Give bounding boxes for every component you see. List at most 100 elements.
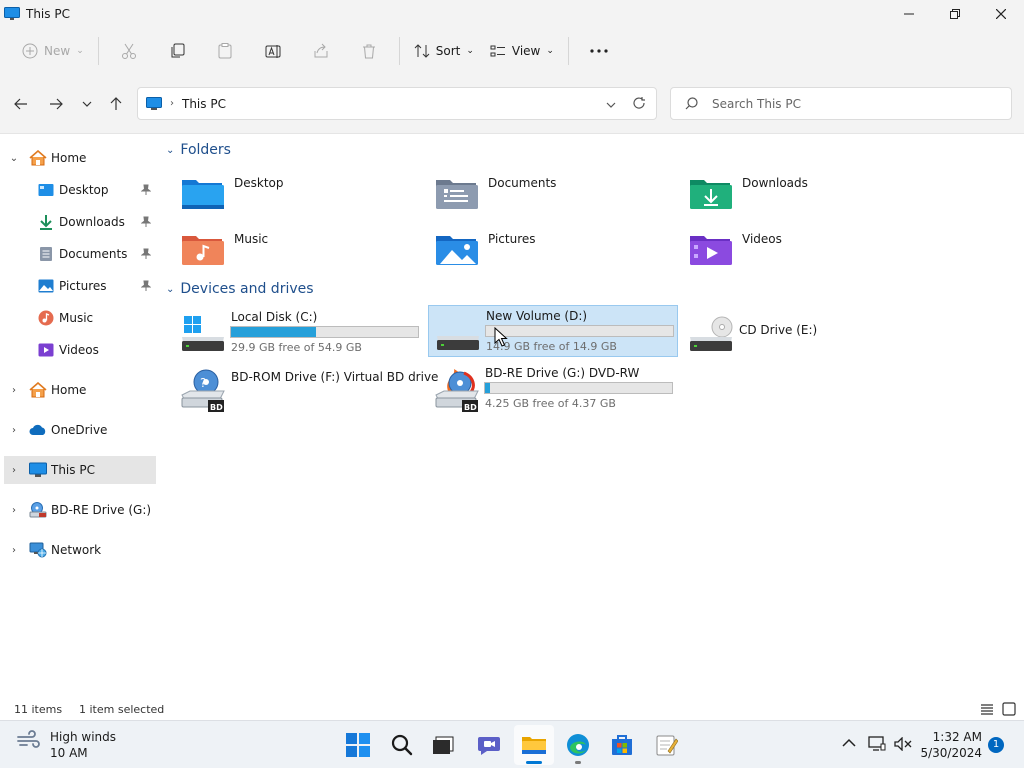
- edge-browser-button[interactable]: [558, 725, 598, 765]
- sidebar-item-videos[interactable]: Videos: [0, 336, 156, 364]
- drive-tile-bd-rom-f[interactable]: ? BD BD-ROM Drive (F:) Virtual BD drive: [174, 363, 438, 415]
- clock-date: 5/30/2024: [920, 746, 982, 760]
- pin-icon[interactable]: [141, 248, 151, 260]
- running-app-indicator: [575, 761, 581, 764]
- videos-folder-icon: [690, 236, 732, 265]
- drive-usage-fill: [231, 327, 317, 337]
- cut-button[interactable]: [105, 35, 153, 67]
- details-view-icon[interactable]: [980, 702, 994, 716]
- search-taskbar-button[interactable]: [382, 725, 422, 765]
- drive-tile-local-disk-c[interactable]: Local Disk (C:) 29.9 GB free of 54.9 GB: [174, 307, 424, 359]
- close-button[interactable]: [978, 0, 1024, 28]
- chevron-down-icon: [82, 101, 92, 107]
- tiles-view-icon[interactable]: [1002, 702, 1016, 716]
- notepad-icon: [656, 735, 678, 756]
- wind-icon: [17, 730, 40, 748]
- view-button[interactable]: View ⌄: [482, 35, 562, 67]
- file-explorer-taskbar-button[interactable]: [514, 725, 554, 765]
- document-icon: [37, 245, 55, 263]
- documents-folder-icon: [436, 180, 478, 209]
- active-app-indicator: [526, 761, 542, 764]
- share-button[interactable]: [297, 35, 345, 67]
- task-view-button[interactable]: [424, 725, 464, 765]
- chevron-up-icon[interactable]: [842, 738, 856, 748]
- system-clock[interactable]: 1:32 AM 5/30/2024: [916, 729, 982, 761]
- sidebar-item-music[interactable]: Music: [0, 304, 156, 332]
- folders-section-header[interactable]: ⌄ Folders: [166, 142, 231, 158]
- drive-tile-new-volume-d[interactable]: New Volume (D:) 14.9 GB free of 14.9 GB: [428, 305, 678, 357]
- chevron-right-icon[interactable]: ›: [8, 385, 20, 396]
- start-button[interactable]: [338, 725, 378, 765]
- display-network-icon[interactable]: [868, 736, 886, 752]
- chevron-right-icon[interactable]: ›: [8, 465, 20, 476]
- sort-button[interactable]: Sort ⌄: [406, 35, 482, 67]
- devices-section-header[interactable]: ⌄ Devices and drives: [166, 281, 314, 297]
- address-dropdown-button[interactable]: [606, 97, 616, 111]
- plus-circle-icon: [22, 43, 38, 59]
- chevron-right-icon[interactable]: ›: [8, 545, 20, 556]
- sidebar-item-this-pc[interactable]: › This PC: [4, 456, 156, 484]
- hard-drive-icon: [437, 336, 479, 350]
- chevron-down-icon[interactable]: ⌄: [8, 153, 20, 164]
- chat-button[interactable]: [469, 725, 509, 765]
- recent-locations-button[interactable]: [75, 94, 99, 114]
- chevron-down-icon: ⌄: [76, 46, 84, 56]
- minimize-button[interactable]: [886, 0, 932, 28]
- sidebar-item-home-2[interactable]: › Home: [0, 376, 156, 404]
- rename-button[interactable]: [249, 35, 297, 67]
- sidebar-item-bd-re-drive[interactable]: › BD-RE Drive (G:) DVD-RW: [0, 496, 156, 524]
- sort-label: Sort: [435, 44, 461, 58]
- microsoft-store-button[interactable]: [602, 725, 642, 765]
- folder-tile-videos[interactable]: Videos: [688, 224, 938, 276]
- folder-tile-music[interactable]: Music: [180, 224, 430, 276]
- pictures-folder-icon: [436, 236, 478, 265]
- address-bar[interactable]: › This PC: [137, 87, 657, 120]
- breadcrumb-this-pc[interactable]: This PC: [182, 97, 226, 111]
- share-icon: [314, 43, 328, 58]
- sidebar-item-network[interactable]: › Network: [0, 536, 156, 564]
- restore-button[interactable]: [932, 0, 978, 28]
- notepad-button[interactable]: [646, 725, 686, 765]
- sidebar-item-documents[interactable]: Documents: [0, 240, 156, 268]
- pin-icon[interactable]: [141, 216, 151, 228]
- weather-widget[interactable]: High winds 10 AM: [16, 729, 116, 761]
- chevron-down-icon: ⌄: [546, 46, 554, 56]
- back-button[interactable]: [9, 94, 33, 114]
- folder-tile-documents[interactable]: Documents: [434, 168, 684, 220]
- drive-tile-bd-re-g[interactable]: BD BD-RE Drive (G:) DVD-RW 4.25 GB free …: [428, 363, 678, 415]
- view-label: View: [511, 44, 541, 58]
- folder-tile-downloads[interactable]: Downloads: [688, 168, 938, 220]
- pin-icon[interactable]: [141, 280, 151, 292]
- search-box[interactable]: [670, 87, 1012, 120]
- forward-button[interactable]: [44, 94, 68, 114]
- delete-button[interactable]: [345, 35, 393, 67]
- chevron-right-icon[interactable]: ›: [8, 505, 20, 516]
- sidebar-item-label: Desktop: [59, 183, 109, 197]
- sidebar-item-desktop[interactable]: Desktop: [0, 176, 156, 204]
- sidebar-item-label: Home: [51, 383, 87, 397]
- paste-button[interactable]: [201, 35, 249, 67]
- copy-button[interactable]: [153, 35, 201, 67]
- volume-muted-icon[interactable]: [894, 737, 912, 751]
- pin-icon[interactable]: [141, 184, 151, 196]
- refresh-button[interactable]: [632, 96, 646, 113]
- chevron-right-icon[interactable]: ›: [8, 425, 20, 436]
- up-button[interactable]: [104, 94, 128, 114]
- optical-drive-icon: [29, 501, 47, 519]
- folder-tile-pictures[interactable]: Pictures: [434, 224, 684, 276]
- drive-name: Local Disk (C:): [231, 310, 318, 324]
- notification-badge[interactable]: 1: [988, 737, 1004, 753]
- folder-tile-desktop[interactable]: Desktop: [180, 168, 430, 220]
- drive-tile-cd-drive-e[interactable]: CD Drive (E:): [682, 307, 932, 359]
- navigation-pane: ⌄ Home Desktop Downloads Documents Pictu…: [0, 134, 160, 700]
- drive-name: BD-ROM Drive (F:) Virtual BD drive: [231, 370, 439, 384]
- sidebar-item-label: Network: [51, 543, 102, 557]
- sidebar-item-pictures[interactable]: Pictures: [0, 272, 156, 300]
- search-input[interactable]: [712, 96, 992, 111]
- sidebar-item-downloads[interactable]: Downloads: [0, 208, 156, 236]
- this-pc-icon: [4, 7, 20, 20]
- more-options-button[interactable]: [575, 35, 623, 67]
- new-button[interactable]: New ⌄: [14, 35, 92, 67]
- sidebar-item-home[interactable]: ⌄ Home: [0, 144, 156, 172]
- sidebar-item-onedrive[interactable]: › OneDrive: [0, 416, 156, 444]
